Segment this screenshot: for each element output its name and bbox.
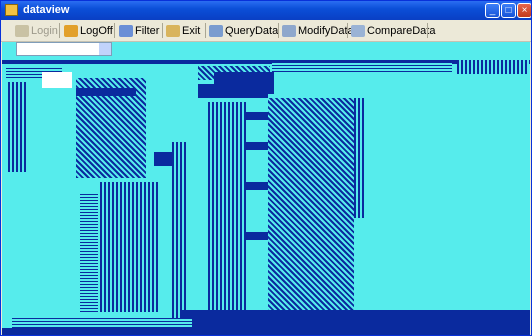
logoff-label: LogOff bbox=[80, 24, 113, 37]
compare-data-label: CompareData bbox=[367, 24, 436, 37]
window-title: dataview bbox=[23, 4, 70, 16]
grid-column bbox=[8, 82, 26, 172]
toolbar-separator bbox=[347, 23, 348, 38]
modify-icon bbox=[282, 24, 296, 37]
toolbar-separator bbox=[114, 23, 115, 38]
data-view-panel[interactable] bbox=[2, 42, 530, 335]
filter-icon bbox=[119, 24, 133, 37]
maximize-button[interactable]: □ bbox=[501, 3, 516, 18]
grid-footer bbox=[12, 318, 192, 328]
chevron-down-icon[interactable] bbox=[99, 43, 111, 55]
toolbar: Login LogOff Filter Exit QueryData Modif… bbox=[1, 20, 531, 42]
app-icon bbox=[5, 4, 18, 16]
grid-column bbox=[172, 142, 188, 322]
exit-button[interactable]: Exit bbox=[166, 22, 200, 39]
close-button[interactable]: × bbox=[517, 3, 531, 18]
grid-row bbox=[246, 182, 268, 190]
grid-row bbox=[246, 232, 268, 240]
grid-row bbox=[246, 112, 268, 120]
grid-row bbox=[214, 72, 274, 94]
query-icon bbox=[209, 24, 223, 37]
filter-button[interactable]: Filter bbox=[119, 22, 159, 39]
compare-data-button[interactable]: CompareData bbox=[351, 22, 435, 39]
exit-icon bbox=[166, 24, 180, 37]
grid-cell bbox=[42, 72, 72, 88]
grid-column bbox=[100, 182, 160, 312]
toolbar-separator bbox=[162, 23, 163, 38]
grid-footer bbox=[182, 310, 530, 328]
view-selector[interactable] bbox=[16, 42, 112, 56]
toolbar-separator bbox=[59, 23, 60, 38]
toolbar-separator bbox=[278, 23, 279, 38]
grid-header-cell bbox=[457, 60, 529, 74]
minimize-button[interactable]: _ bbox=[485, 3, 500, 18]
grid-header-cell bbox=[272, 62, 452, 72]
grid-column bbox=[354, 98, 366, 218]
title-bar[interactable]: dataview _ □ × bbox=[1, 1, 531, 20]
toolbar-separator bbox=[205, 23, 206, 38]
query-data-button[interactable]: QueryData bbox=[209, 22, 278, 39]
modify-data-label: ModifyData bbox=[298, 24, 354, 37]
exit-label: Exit bbox=[182, 24, 201, 37]
login-button[interactable]: Login bbox=[15, 22, 58, 39]
app-window: dataview _ □ × Login LogOff Filter Exit … bbox=[0, 0, 532, 336]
query-data-label: QueryData bbox=[225, 24, 279, 37]
login-icon bbox=[15, 24, 29, 37]
logoff-icon bbox=[64, 24, 78, 37]
logoff-button[interactable]: LogOff bbox=[64, 22, 113, 39]
grid-row bbox=[76, 88, 136, 96]
grid-column bbox=[80, 192, 98, 312]
filter-label: Filter bbox=[135, 24, 160, 37]
login-label: Login bbox=[31, 24, 58, 37]
grid-row bbox=[246, 142, 268, 150]
grid-column bbox=[208, 102, 246, 312]
status-bar bbox=[2, 328, 530, 335]
compare-icon bbox=[351, 24, 365, 37]
grid-column bbox=[268, 98, 354, 312]
toolbar-separator bbox=[427, 23, 428, 38]
modify-data-button[interactable]: ModifyData bbox=[282, 22, 354, 39]
